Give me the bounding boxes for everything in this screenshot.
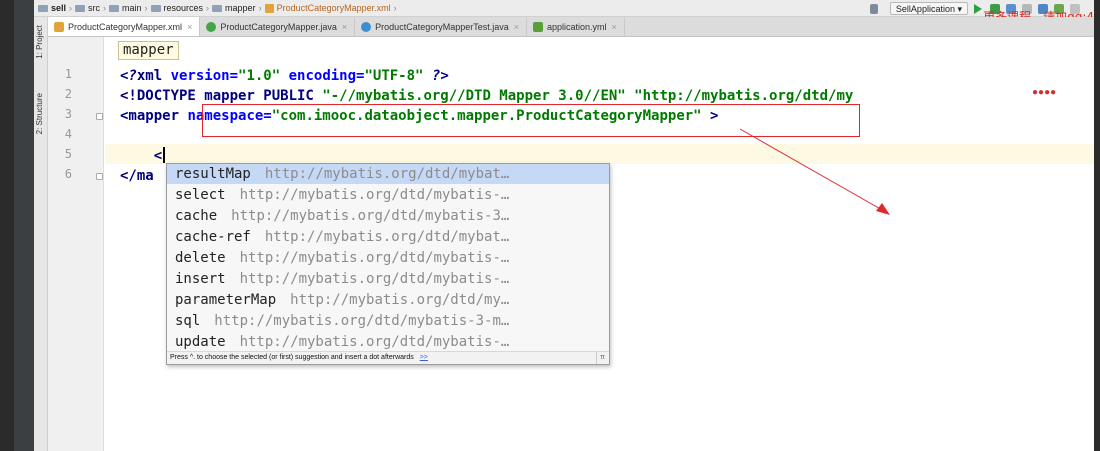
folder-icon	[150, 4, 161, 12]
chevron-right-icon: ›	[393, 3, 397, 13]
completion-item[interactable]: update http://mybatis.org/dtd/mybatis-…	[167, 332, 609, 352]
annotation-arrow	[739, 128, 890, 215]
chevron-right-icon: ›	[206, 3, 210, 13]
tab-application-yml[interactable]: application.yml ×	[527, 18, 625, 36]
code-line-1: <?xml version="1.0" encoding="UTF-8" ?>	[120, 68, 449, 84]
project-tool-button[interactable]: 1: Project	[35, 25, 44, 59]
tab-productcategorymapper-xml[interactable]: ProductCategoryMapper.xml ×	[48, 17, 201, 36]
editor-tab-bar: ProductCategoryMapper.xml × ProductCateg…	[48, 17, 1094, 37]
hint-more-link[interactable]: >>	[420, 354, 428, 361]
tool-window-strip: 1: Project 2: Structure	[34, 17, 48, 451]
code-editor[interactable]: 1 2 3 4 5 6 mapper <?xml version="1.0" e…	[48, 37, 1094, 451]
code-line-6: </ma	[120, 168, 154, 184]
completion-item[interactable]: insert http://mybatis.org/dtd/mybatis-…	[167, 269, 609, 289]
completion-hint: Press ^. to choose the selected (or firs…	[167, 351, 609, 364]
xml-file-icon	[54, 21, 64, 32]
line-number: 5	[64, 147, 72, 161]
folder-icon	[75, 4, 86, 12]
chevron-right-icon: ›	[69, 3, 73, 13]
completion-item[interactable]: delete http://mybatis.org/dtd/mybatis-…	[167, 248, 609, 268]
window-border	[14, 0, 34, 451]
completion-item[interactable]: sql http://mybatis.org/dtd/mybatis-3-m…	[167, 311, 609, 331]
run-configuration-select[interactable]: SellApplication ▾	[889, 2, 968, 15]
folder-icon	[38, 4, 48, 12]
chevron-right-icon: ›	[103, 3, 107, 13]
fold-close-icon[interactable]	[96, 173, 103, 180]
ide-window: sell › src › main › resources › mapper ›…	[34, 0, 1094, 451]
structure-tool-button[interactable]: 2: Structure	[35, 93, 44, 134]
code-completion-popup: resultMap http://mybatis.org/dtd/mybat… s…	[166, 163, 610, 365]
run-icon[interactable]	[974, 3, 982, 14]
close-icon[interactable]: ×	[514, 22, 519, 32]
fold-open-icon[interactable]	[96, 113, 103, 120]
pin-icon[interactable]: π	[596, 352, 605, 364]
close-icon[interactable]: ×	[612, 22, 617, 32]
xml-tag-breadcrumb[interactable]: mapper	[118, 41, 179, 60]
current-line-highlight	[105, 144, 1094, 164]
tab-productcategorymapper-java[interactable]: ProductCategoryMapper.java ×	[200, 18, 356, 36]
line-number: 4	[64, 127, 72, 141]
line-gutter: 1 2 3 4 5 6	[48, 37, 104, 451]
close-icon[interactable]: ×	[342, 22, 347, 32]
interface-icon	[206, 22, 217, 32]
breadcrumb-main[interactable]: main ›	[109, 3, 148, 13]
breadcrumb-resources[interactable]: resources ›	[150, 3, 210, 13]
line-number: 6	[64, 167, 72, 181]
desktop-left-edge	[0, 0, 34, 451]
completion-item[interactable]: parameterMap http://mybatis.org/dtd/my…	[167, 290, 609, 310]
folder-icon	[212, 4, 223, 12]
completion-item[interactable]: resultMap http://mybatis.org/dtd/mybat…	[167, 164, 609, 184]
yml-file-icon	[533, 22, 544, 32]
breadcrumb-sell[interactable]: sell ›	[38, 3, 72, 13]
chevron-right-icon: ›	[258, 3, 262, 13]
breadcrumb-file[interactable]: ProductCategoryMapper.xml ›	[264, 3, 397, 13]
folder-icon	[109, 4, 120, 12]
xml-file-icon	[264, 3, 274, 13]
completion-item[interactable]: cache-ref http://mybatis.org/dtd/mybat…	[167, 227, 609, 247]
breadcrumb-mapper[interactable]: mapper ›	[212, 3, 262, 13]
inspection-icons[interactable]: ●●●●	[1032, 87, 1056, 98]
line-number: 2	[64, 87, 72, 101]
line-number: 3	[64, 107, 72, 121]
class-icon	[361, 22, 372, 32]
code-line-2: <!DOCTYPE mapper PUBLIC "-//mybatis.org/…	[120, 88, 854, 104]
breadcrumb-src[interactable]: src ›	[75, 3, 106, 13]
chevron-right-icon: ›	[144, 3, 148, 13]
desktop-right-edge	[1094, 0, 1100, 451]
navigation-bar: sell › src › main › resources › mapper ›…	[34, 0, 1094, 24]
text-cursor	[163, 147, 166, 163]
completion-item[interactable]: cache http://mybatis.org/dtd/mybatis-3…	[167, 206, 609, 226]
completion-item[interactable]: select http://mybatis.org/dtd/mybatis-…	[167, 185, 609, 205]
code-line-5: <	[120, 146, 166, 166]
line-number: 1	[64, 67, 72, 81]
close-icon[interactable]: ×	[187, 22, 192, 32]
tab-productcategorymappertest-java[interactable]: ProductCategoryMapperTest.java ×	[355, 18, 528, 36]
build-icon[interactable]	[869, 3, 878, 14]
